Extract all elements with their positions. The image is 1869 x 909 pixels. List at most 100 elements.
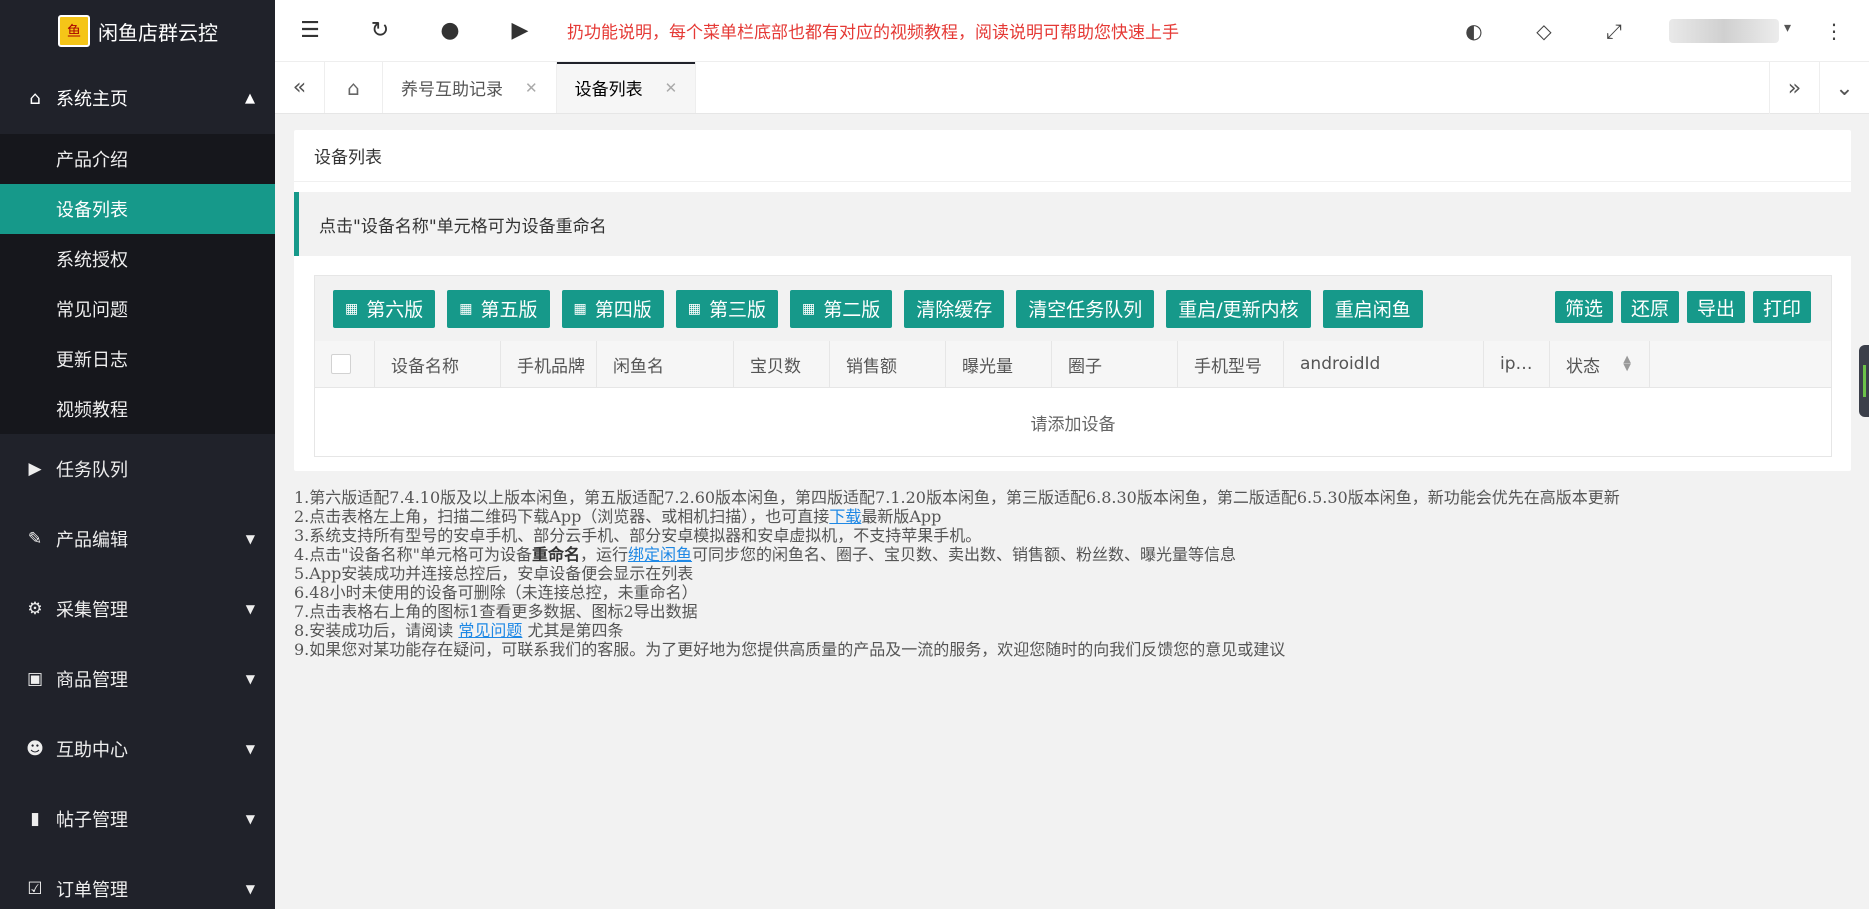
theme-button[interactable]: ◐ (1439, 0, 1509, 62)
col-sales[interactable]: 销售额 (830, 341, 946, 387)
col-ip[interactable]: ip… (1484, 341, 1550, 387)
qrcode-icon: ▦ (345, 300, 359, 317)
close-icon[interactable]: ✕ (665, 79, 678, 97)
col-status[interactable]: 状态 ▲ ▼ (1550, 341, 1650, 387)
nav-product-edit[interactable]: ✎ 产品编辑 ▼ (0, 504, 275, 574)
note-4: 4.点击"设备名称"单元格可为设备重命名，运行绑定闲鱼可同步您的闲鱼名、圈子、宝… (294, 545, 1854, 564)
button-label: 第三版 (708, 299, 766, 321)
sidebar-item-product-intro[interactable]: 产品介绍 (0, 134, 275, 184)
note-text: 4.点击"设备名称"单元格可为设备 (294, 545, 532, 564)
more-button[interactable]: ⋮ (1799, 0, 1869, 62)
nav-system-home[interactable]: ⌂ 系统主页 ▲ (0, 62, 275, 134)
sidebar-item-label: 常见问题 (56, 300, 128, 321)
tabs-scroll-left-button[interactable]: « (275, 62, 325, 113)
play-button[interactable]: ▶ (485, 0, 555, 62)
book-icon: ▮ (30, 809, 40, 829)
home-icon: ⌂ (29, 87, 41, 109)
card-title: 设备列表 (294, 130, 1851, 182)
user-menu[interactable] (1669, 19, 1791, 43)
sidebar-item-video-tutorial[interactable]: 视频教程 (0, 384, 275, 434)
gear-icon: ⚙ (27, 599, 43, 619)
sidebar-item-label: 视频教程 (56, 400, 128, 421)
button-label: 第五版 (480, 299, 538, 321)
double-chevron-right-icon: » (1787, 75, 1802, 101)
v4-qr-button[interactable]: ▦ 第四版 (561, 289, 664, 328)
note-text: 最新版App (861, 507, 942, 526)
toggle-sidebar-button[interactable]: ☰ (275, 0, 345, 62)
col-status-label: 状态 (1566, 356, 1600, 377)
v3-qr-button[interactable]: ▦ 第三版 (675, 289, 778, 328)
col-phone-model[interactable]: 手机型号 (1178, 341, 1284, 387)
v6-qr-button[interactable]: ▦ 第六版 (333, 289, 436, 328)
faq-link[interactable]: 常见问题 (458, 621, 522, 640)
sidebar-item-faq[interactable]: 常见问题 (0, 284, 275, 334)
sidebar-item-device-list[interactable]: 设备列表 (0, 184, 275, 234)
tab-home[interactable]: ⌂ (325, 62, 383, 113)
v5-qr-button[interactable]: ▦ 第五版 (447, 289, 550, 328)
col-item-count[interactable]: 宝贝数 (734, 341, 830, 387)
top-header: ☰ ↻ ● ▶ 扔功能说明，每个菜单栏底部也都有对应的视频教程，阅读说明可帮助您… (275, 0, 1869, 62)
tab-label: 养号互助记录 (401, 80, 503, 100)
nav-system-home-label: 系统主页 (56, 89, 128, 110)
fullscreen-button[interactable]: ⤢ (1579, 0, 1649, 62)
col-exposure[interactable]: 曝光量 (946, 341, 1052, 387)
qrcode-icon: ▦ (459, 300, 473, 317)
function-notice[interactable]: 扔功能说明，每个菜单栏底部也都有对应的视频教程，阅读说明可帮助您快速上手 (567, 18, 1179, 43)
download-link[interactable]: 下载 (829, 507, 861, 526)
chat-icon: ● (440, 18, 460, 43)
nav-label: 商品管理 (56, 670, 128, 691)
filter-button[interactable]: 筛选 (1554, 291, 1613, 323)
nav-post-manage[interactable]: ▮ 帖子管理 ▼ (0, 784, 275, 854)
select-all-checkbox[interactable] (331, 354, 351, 374)
note-text: 尤其是第四条 (522, 621, 624, 640)
clear-cache-button[interactable]: 清除缓存 (904, 289, 1005, 328)
tab-device-list[interactable]: 设备列表 ✕ (556, 62, 697, 113)
note-text: 8.安装成功后，请阅读 (294, 621, 459, 640)
chat-button[interactable]: ● (415, 0, 485, 62)
col-circle[interactable]: 圈子 (1052, 341, 1178, 387)
tab-mutual-record[interactable]: 养号互助记录 ✕ (383, 62, 557, 113)
close-icon[interactable]: ✕ (525, 79, 538, 97)
refresh-button[interactable]: ↻ (345, 0, 415, 62)
nav-label: 互助中心 (56, 740, 128, 761)
note-5: 5.App安装成功并连接总控后，安卓设备便会显示在列表 (294, 564, 694, 583)
sort-icon[interactable]: ▲ ▼ (1623, 355, 1631, 373)
nav-order-manage[interactable]: ☑ 订单管理 ▼ (0, 854, 275, 909)
col-xianyu-name[interactable]: 闲鱼名 (597, 341, 734, 387)
clipboard-icon: ☑ (27, 879, 43, 899)
home-icon: ⌂ (347, 75, 360, 100)
restart-update-kernel-button[interactable]: 重启/更新内核 (1166, 289, 1311, 328)
side-drawer-handle[interactable] (1859, 345, 1869, 417)
nav-collect-manage[interactable]: ⚙ 采集管理 ▼ (0, 574, 275, 644)
restart-xianyu-button[interactable]: 重启闲鱼 (1322, 289, 1423, 328)
print-button[interactable]: 打印 (1752, 291, 1811, 323)
bind-xianyu-link[interactable]: 绑定闲鱼 (628, 545, 692, 564)
chevron-down-icon: ▼ (245, 602, 255, 616)
col-android-id[interactable]: androidId (1284, 341, 1484, 387)
nav-task-queue[interactable]: ▶ 任务队列 (0, 434, 275, 504)
table-toolbar: ▦ 第六版 ▦ 第五版 ▦ 第四版 ▦ 第三版 ▦ 第二版 清除缓存 清空任务队列 重启/… (315, 276, 1831, 341)
logo[interactable]: 鱼 闲鱼店群云控 (0, 0, 275, 62)
palette-icon: ◐ (1465, 19, 1483, 43)
reset-button[interactable]: 还原 (1620, 291, 1679, 323)
sidebar-item-changelog[interactable]: 更新日志 (0, 334, 275, 384)
double-chevron-left-icon: « (292, 75, 307, 100)
nav-label: 任务队列 (56, 460, 128, 481)
clear-task-queue-button[interactable]: 清空任务队列 (1016, 289, 1155, 328)
tag-button[interactable]: ◇ (1509, 0, 1579, 62)
col-phone-brand[interactable]: 手机品牌 (501, 341, 597, 387)
sidebar: 鱼 闲鱼店群云控 ⌂ 系统主页 ▲ 产品介绍 设备列表 系统授权 常见问题 更新… (0, 0, 275, 909)
tabs-menu-button[interactable]: ⌄ (1819, 62, 1869, 114)
v2-qr-button[interactable]: ▦ 第二版 (790, 289, 893, 328)
note-6: 6.48小时未使用的设备可删除（未连接总控，未重命名） (294, 583, 698, 602)
tab-bar: « ⌂ 养号互助记录 ✕ 设备列表 ✕ » ⌄ (275, 62, 1869, 114)
export-button[interactable]: 导出 (1686, 291, 1745, 323)
chevron-up-icon: ▲ (245, 90, 255, 106)
sidebar-item-system-auth[interactable]: 系统授权 (0, 234, 275, 284)
nav-goods-manage[interactable]: ▣ 商品管理 ▼ (0, 644, 275, 714)
button-label: 第四版 (594, 299, 652, 321)
nav-mutual-center[interactable]: ☻ 互助中心 ▼ (0, 714, 275, 784)
col-device-name[interactable]: 设备名称 (375, 341, 501, 387)
sidebar-item-label: 更新日志 (56, 350, 128, 371)
tabs-scroll-right-button[interactable]: » (1769, 62, 1819, 114)
